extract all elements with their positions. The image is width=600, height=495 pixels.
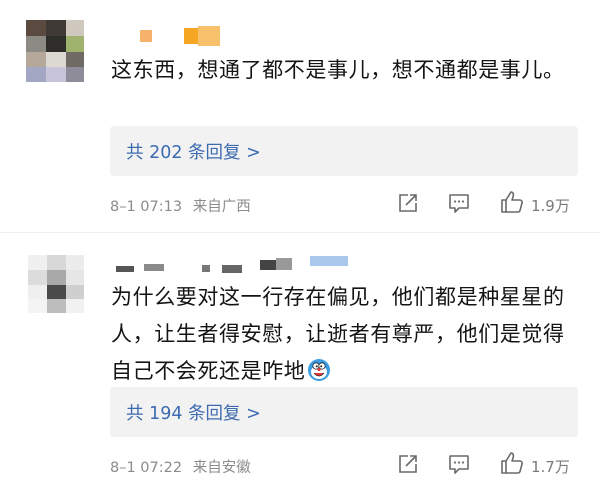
like-icon[interactable]: [500, 190, 524, 214]
avatar[interactable]: [26, 20, 84, 82]
comment-text-content: 为什么要对这一行存在偏见，他们都是种星星的人，让生者得安慰，让逝者有尊严，他们是…: [111, 285, 565, 383]
comment-text: 这东西，想通了都不是事儿，想不通都是事儿。: [111, 58, 565, 82]
comment-meta: 8–1 07:13 来自广西: [110, 195, 251, 216]
comment-text: 为什么要对这一行存在偏见，他们都是种星星的人，让生者得安慰，让逝者有尊严，他们是…: [111, 279, 586, 390]
like-count: 1.7万: [531, 458, 570, 476]
reply-count-label: 共 194 条回复 >: [126, 404, 261, 424]
timestamp: 8–1 07:13: [110, 199, 183, 215]
location: 来自安徽: [192, 460, 251, 476]
username-redacted[interactable]: [110, 256, 360, 278]
reply-count-button[interactable]: 共 194 条回复 >: [110, 387, 578, 437]
share-icon[interactable]: [397, 453, 419, 475]
like-count: 1.9万: [531, 197, 570, 215]
comment-meta: 8–1 07:22 来自安徽: [110, 456, 251, 477]
emoji-icon: [307, 357, 331, 381]
timestamp: 8–1 07:22: [110, 460, 183, 476]
comment-icon[interactable]: [448, 192, 470, 214]
comment-item: 这东西，想通了都不是事儿，想不通都是事儿。 共 202 条回复 > 8–1 07…: [0, 0, 600, 232]
share-icon[interactable]: [397, 192, 419, 214]
comment-divider: [0, 232, 600, 233]
reply-count-button[interactable]: 共 202 条回复 >: [110, 126, 578, 176]
comment-icon[interactable]: [448, 453, 470, 475]
comment-item: 为什么要对这一行存在偏见，他们都是种星星的人，让生者得安慰，让逝者有尊严，他们是…: [0, 236, 600, 495]
like-icon[interactable]: [500, 451, 524, 475]
username-redacted[interactable]: [110, 26, 230, 48]
avatar[interactable]: [28, 255, 84, 313]
location: 来自广西: [192, 199, 251, 215]
reply-count-label: 共 202 条回复 >: [126, 143, 261, 163]
